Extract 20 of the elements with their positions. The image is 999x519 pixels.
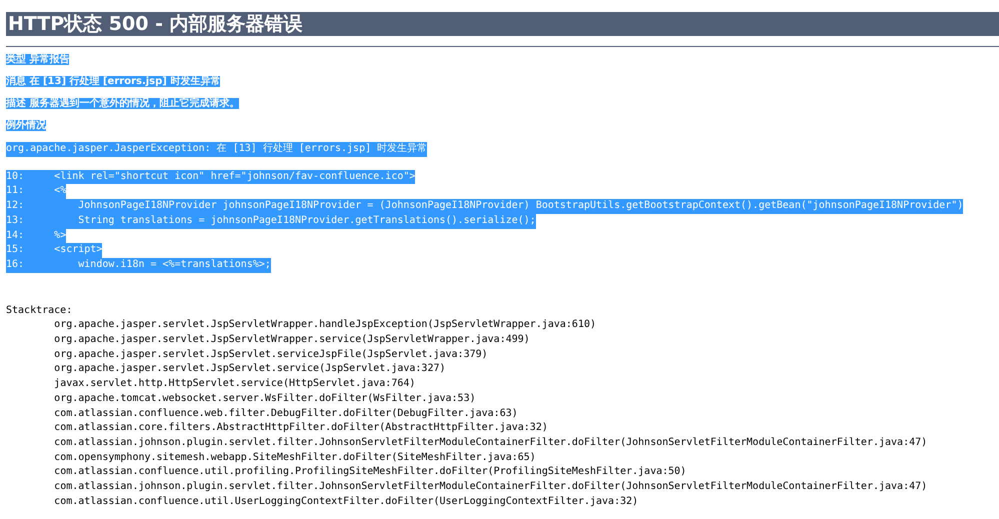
report-text: 例外情况	[6, 120, 46, 131]
stack-frame: com.atlassian.johnson.plugin.servlet.filter.JohnsonServletFilterModuleContainerFilter.doFilter(JohnsonServletFilterModuleContainerFilter.java:47)	[6, 480, 928, 495]
stack-frame: org.apache.jasper.servlet.JspServletWrapper.service(JspServletWrapper.java:499)	[6, 333, 530, 348]
stack-frame: com.atlassian.johnson.plugin.servlet.filter.JohnsonServletFilterModuleContainerFilter.doFilter(JohnsonServletFilterModuleContainerFilter.java:47)	[6, 436, 928, 451]
report-text: 描述 服务器遇到一个意外的情况，阻止它完成请求。	[6, 98, 240, 109]
stack-frame: org.apache.jasper.servlet.JspServlet.service(JspServlet.java:327)	[6, 362, 446, 378]
stack-frame: com.atlassian.confluence.web.filter.DebugFilter.doFilter(DebugFilter.java:63)	[6, 406, 518, 422]
stack-frame: com.opensymphony.sitemesh.webapp.SiteMeshFilter.doFilter(SiteMeshFilter.java:65)	[6, 450, 536, 466]
stack-frame: com.atlassian.confluence.util.profiling.ProfilingSiteMeshFilter.doFilter(ProfilingSiteMeshFilter.java:50)	[6, 465, 686, 480]
stack-frame: com.atlassian.core.filters.AbstractHttpFilter.doFilter(AbstractHttpFilter.java:32)	[6, 421, 548, 436]
report-text: 类型 异常报告	[6, 54, 70, 65]
stack-frame: org.apache.jasper.servlet.JspServletWrapper.handleJspException(JspServletWrapper.java:610)	[6, 318, 596, 334]
report-text: 消息 在 [13] 行处理 [errors.jsp] 时发生异常	[6, 76, 220, 87]
stacktrace-heading: Stacktrace:	[6, 304, 72, 318]
stack-frame: javax.servlet.http.HttpServlet.service(HttpServlet.java:764)	[6, 377, 416, 392]
page-title: HTTP状态 500 - 内部服务器错误	[6, 12, 999, 36]
stack-frame: com.atlassian.confluence.util.UserLoggingContextFilter.doFilter(UserLoggingContextFilter.java:32)	[6, 494, 638, 510]
stack-frame: org.apache.jasper.servlet.JspServlet.serviceJspFile(JspServlet.java:379)	[6, 348, 488, 362]
stack-frame: org.apache.tomcat.websocket.server.WsFilter.doFilter(WsFilter.java:53)	[6, 392, 476, 407]
exception-message: org.apache.jasper.JasperException: 在 [13] 行处理 [errors.jsp] 时发生异常	[6, 142, 428, 157]
